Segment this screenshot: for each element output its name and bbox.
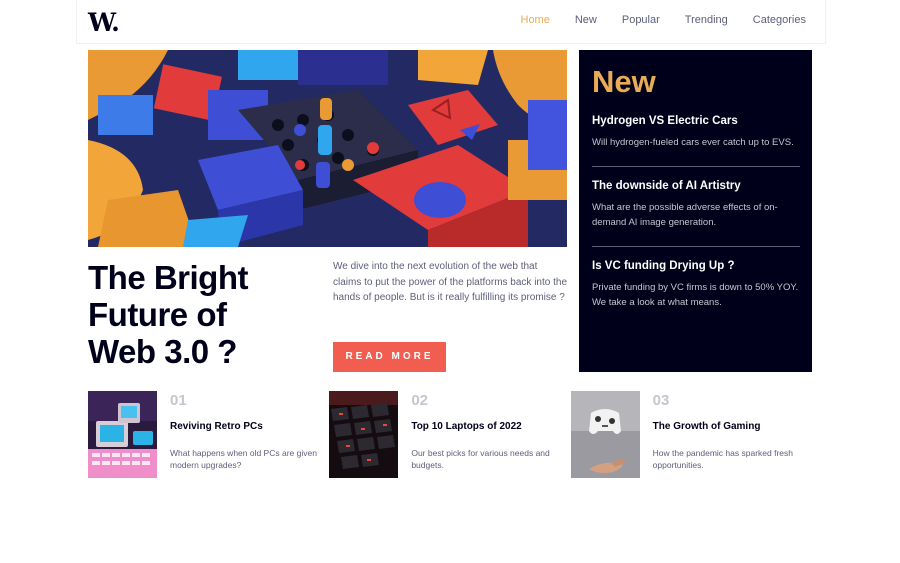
card-number: 01 bbox=[170, 392, 187, 409]
hero-headline: The Bright Future of Web 3.0 ? bbox=[88, 259, 318, 370]
new-articles-panel: New Hydrogen VS Electric Cars Will hydro… bbox=[579, 50, 812, 372]
nav-link-trending[interactable]: Trending bbox=[685, 14, 728, 26]
hero-intro-text: We dive into the next evolution of the w… bbox=[333, 261, 568, 303]
card-description: What happens when old PCs are given mode… bbox=[170, 448, 317, 470]
new-item-desc: What are the possible adverse effects of… bbox=[592, 201, 778, 229]
featured-cards: 01 Reviving Retro PCs What happens when … bbox=[88, 391, 812, 478]
hero-headline-line-3: Web 3.0 ? bbox=[88, 333, 237, 370]
card-description: How the pandemic has sparked fresh oppor… bbox=[652, 448, 793, 470]
hero-image bbox=[88, 50, 567, 247]
nav-link-new[interactable]: New bbox=[575, 14, 597, 26]
card-title[interactable]: Top 10 Laptops of 2022 bbox=[411, 421, 561, 432]
card-laptops[interactable]: 02 Top 10 Laptops of 2022 Our best picks… bbox=[329, 391, 570, 478]
new-item-title[interactable]: Is VC funding Drying Up ? bbox=[592, 260, 800, 272]
card-number: 02 bbox=[411, 392, 429, 409]
top-navigation-bar: W. Home New Popular Trending Categories bbox=[76, 0, 826, 44]
nav-link-categories[interactable]: Categories bbox=[753, 14, 806, 26]
brand-logo[interactable]: W. bbox=[88, 8, 120, 37]
card-body: 01 Reviving Retro PCs What happens when … bbox=[170, 391, 320, 478]
card-number: 03 bbox=[652, 392, 670, 409]
card-image-retro-pc[interactable] bbox=[88, 391, 157, 478]
nav-link-home[interactable]: Home bbox=[521, 14, 550, 26]
nav-link-popular[interactable]: Popular bbox=[622, 14, 660, 26]
read-more-button[interactable]: READ MORE bbox=[333, 342, 446, 372]
new-item[interactable]: The downside of AI Artistry What are the… bbox=[592, 180, 800, 247]
card-body: 02 Top 10 Laptops of 2022 Our best picks… bbox=[411, 391, 561, 478]
main-nav: Home New Popular Trending Categories bbox=[496, 14, 807, 26]
new-item[interactable]: Is VC funding Drying Up ? Private fundin… bbox=[592, 260, 800, 326]
card-body: 03 The Growth of Gaming How the pandemic… bbox=[653, 391, 803, 478]
new-item-desc: Private funding by VC firms is down to 5… bbox=[592, 281, 799, 309]
card-description: Our best picks for various needs and bud… bbox=[411, 448, 550, 470]
new-item-desc: Will hydrogen-fueled cars ever catch up … bbox=[592, 137, 794, 148]
new-item-title[interactable]: Hydrogen VS Electric Cars bbox=[592, 115, 800, 127]
card-retro-pcs[interactable]: 01 Reviving Retro PCs What happens when … bbox=[88, 391, 329, 478]
hero-headline-line-1: The Bright bbox=[88, 259, 248, 296]
card-title[interactable]: Reviving Retro PCs bbox=[170, 421, 320, 432]
card-title[interactable]: The Growth of Gaming bbox=[653, 421, 803, 432]
card-image-laptop-keyboard[interactable] bbox=[329, 391, 399, 478]
card-gaming[interactable]: 03 The Growth of Gaming How the pandemic… bbox=[570, 391, 812, 478]
hero-headline-line-2: Future of bbox=[88, 296, 227, 333]
new-panel-title: New bbox=[592, 64, 656, 99]
new-item-title[interactable]: The downside of AI Artistry bbox=[592, 180, 800, 192]
new-item[interactable]: Hydrogen VS Electric Cars Will hydrogen-… bbox=[592, 115, 800, 167]
card-image-game-controller[interactable] bbox=[570, 391, 640, 478]
